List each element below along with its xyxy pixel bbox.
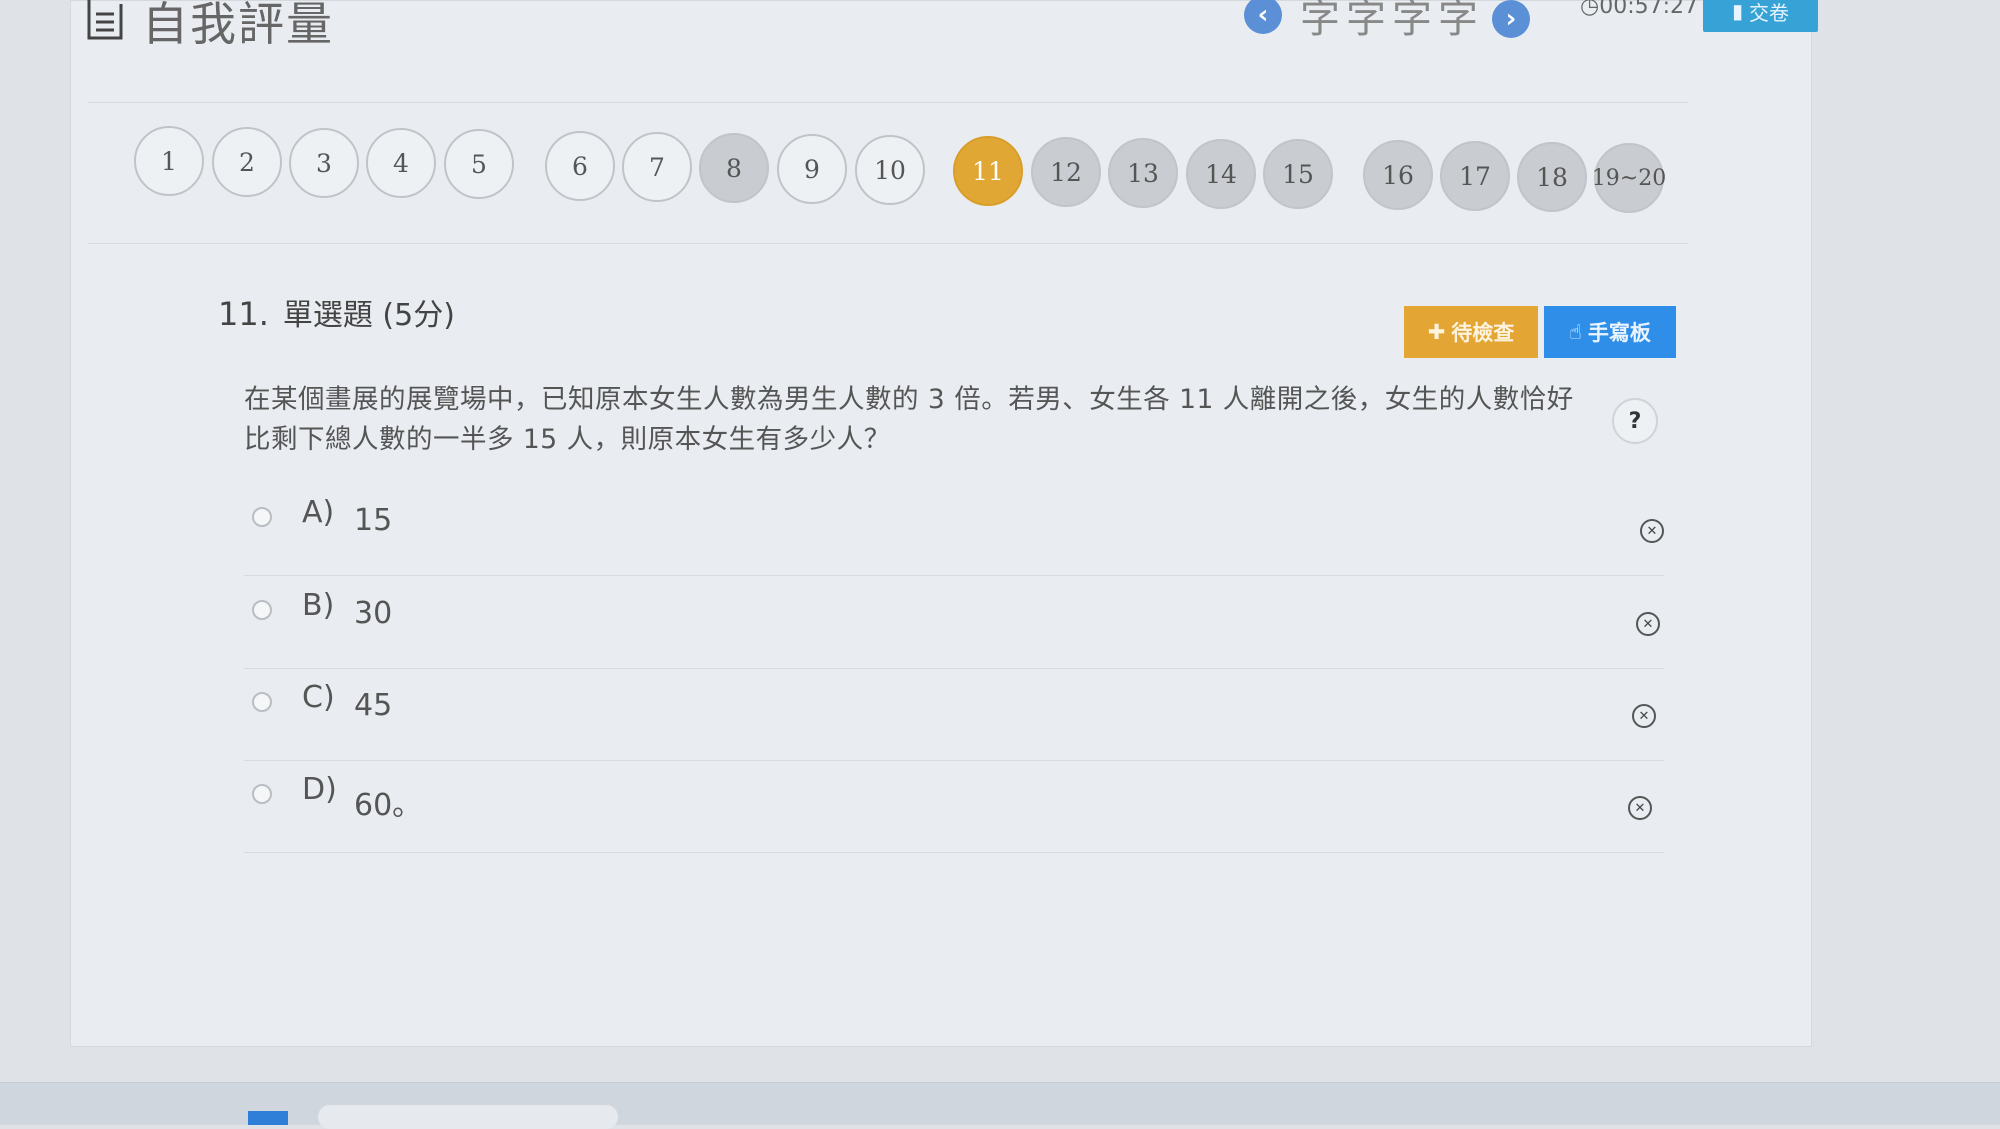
question-nav-2[interactable]: 2 [212, 127, 282, 197]
close-circle-icon[interactable]: ✕ [1632, 704, 1656, 728]
bookmark-icon: ✚ [1427, 320, 1446, 344]
option-d[interactable]: D) 60。 ✕ [244, 762, 1664, 853]
option-c-radio[interactable] [252, 692, 272, 712]
question-nav-13[interactable]: 13 [1108, 138, 1178, 208]
question-nav-5[interactable]: 5 [444, 129, 514, 199]
handwriting-pad-label: 手寫板 [1587, 321, 1651, 345]
os-taskbar [0, 1082, 2000, 1129]
question-nav-6[interactable]: 6 [545, 131, 615, 201]
question-nav-12[interactable]: 12 [1031, 137, 1101, 207]
question-nav-16[interactable]: 16 [1363, 140, 1433, 210]
option-c-letter: C) [302, 680, 335, 715]
close-circle-icon[interactable]: ✕ [1636, 612, 1660, 636]
question-nav-11[interactable]: 11 [953, 136, 1023, 206]
page-title: 自我評量 [142, 0, 334, 51]
question-nav-1[interactable]: 1 [134, 126, 204, 196]
taskbar-search[interactable] [318, 1105, 618, 1129]
option-b-radio[interactable] [252, 600, 272, 620]
option-b-letter: B) [302, 588, 335, 623]
question-text: 在某個畫展的展覽場中，已知原本女生人數為男生人數的 3 倍。若男、女生各 11 … [244, 384, 1574, 455]
question-nav-14[interactable]: 14 [1186, 139, 1256, 209]
close-circle-icon[interactable]: ✕ [1628, 796, 1652, 820]
handwriting-pad-button[interactable]: ☝ 手寫板 [1544, 306, 1676, 358]
question-nav-8[interactable]: 8 [699, 133, 769, 203]
question-nav-3[interactable]: 3 [289, 128, 359, 198]
option-b-text: 30 [354, 596, 393, 631]
windows-start-icon[interactable] [248, 1111, 288, 1125]
question-number: 11. [218, 295, 269, 333]
mark-for-review-button[interactable]: ✚ 待檢查 [1404, 306, 1538, 358]
question-nav-4[interactable]: 4 [366, 128, 436, 198]
chevron-left-icon: ‹ [1257, 0, 1269, 30]
submit-button[interactable]: ▮ 交卷 [1703, 0, 1818, 32]
submit-label: 交卷 [1749, 0, 1789, 25]
chevron-right-icon: › [1505, 4, 1517, 34]
option-c-text: 45 [354, 688, 393, 723]
document-icon [87, 0, 123, 40]
student-name: 字字字字 [1300, 0, 1484, 42]
option-d-letter: D) [302, 772, 337, 807]
exam-timer: ◷00:57:27 [1580, 0, 1698, 19]
hand-pointer-icon: ☝ [1569, 320, 1582, 344]
question-nav-17[interactable]: 17 [1440, 141, 1510, 211]
question-nav-19[interactable]: 19~20 [1592, 143, 1666, 213]
clock-icon: ◷ [1580, 0, 1600, 19]
question-nav-18[interactable]: 18 [1517, 142, 1587, 212]
option-a-radio[interactable] [252, 507, 272, 527]
next-student-button[interactable]: › [1492, 0, 1530, 38]
option-a-letter: A) [302, 495, 335, 530]
question-nav-9[interactable]: 9 [777, 134, 847, 204]
mark-for-review-label: 待檢查 [1451, 321, 1515, 345]
question-nav-10[interactable]: 10 [855, 135, 925, 205]
question-type: 單選題 (5分) [282, 298, 455, 333]
submit-icon: ▮ [1731, 0, 1743, 23]
option-c[interactable]: C) 45 ✕ [244, 670, 1664, 761]
close-circle-icon[interactable]: ✕ [1640, 519, 1664, 543]
help-button[interactable]: ? [1612, 398, 1658, 444]
option-b[interactable]: B) 30 ✕ [244, 578, 1664, 669]
timer-value: 00:57:27 [1599, 0, 1699, 19]
question-header: 11. 單選題 (5分) [218, 290, 455, 334]
question-nav-7[interactable]: 7 [622, 132, 692, 202]
option-a[interactable]: A) 15 ✕ [244, 485, 1664, 576]
option-d-text: 60。 [354, 788, 423, 823]
option-a-text: 15 [354, 503, 393, 538]
option-d-radio[interactable] [252, 784, 272, 804]
question-nav-15[interactable]: 15 [1263, 139, 1333, 209]
